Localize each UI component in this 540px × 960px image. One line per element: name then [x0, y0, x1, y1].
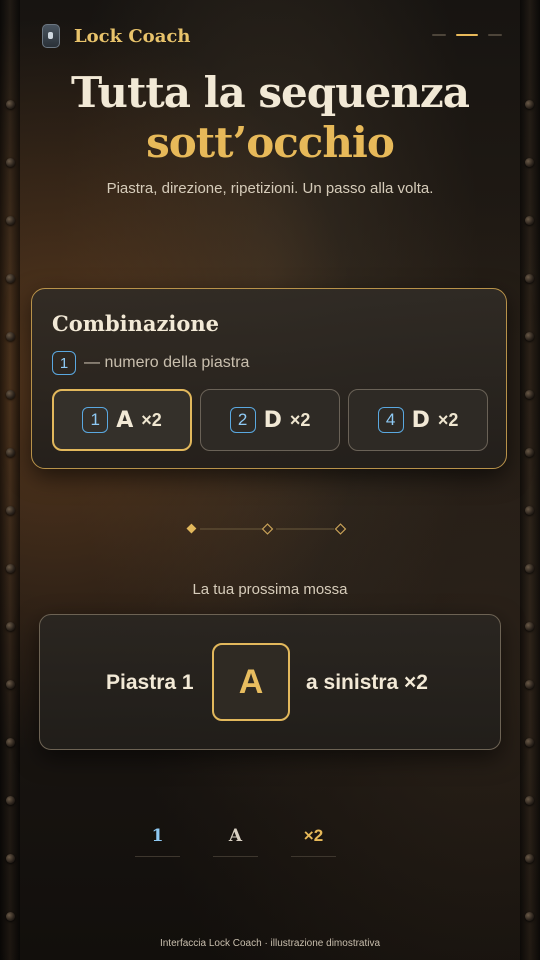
rivet	[525, 564, 534, 573]
next-move-direction: a sinistra ×2	[306, 671, 428, 694]
rivet	[6, 796, 15, 805]
progress-indicator	[432, 34, 502, 36]
lock-icon	[42, 24, 60, 48]
rivet	[525, 448, 534, 457]
plate-number-chip: 2	[229, 407, 256, 433]
rivet	[6, 854, 15, 863]
sequence-tokens: 1 A ×2	[135, 826, 336, 857]
rivet	[6, 274, 15, 283]
rivet	[6, 216, 15, 225]
repeat-count: ×2	[289, 409, 311, 430]
combination-card: Combinazione 1 — numero della piastra 1 …	[31, 288, 507, 469]
repeat-count: ×2	[437, 409, 459, 430]
token-repeat[interactable]: ×2	[291, 826, 336, 857]
rivet	[6, 448, 15, 457]
legend-number-chip: 1	[52, 351, 76, 375]
combination-step-1[interactable]: 1 A ×2	[52, 389, 192, 451]
rivet	[525, 854, 534, 863]
rivet	[6, 332, 15, 341]
rivet	[525, 332, 534, 341]
diamond-filled-icon	[186, 523, 197, 534]
rivet	[6, 506, 15, 515]
app-name: Lock Coach	[74, 25, 191, 47]
rivet	[525, 506, 534, 515]
rivet	[525, 274, 534, 283]
plate-number-chip: 4	[377, 407, 404, 433]
combination-step-2[interactable]: 2 D ×2	[200, 389, 340, 451]
combination-title: Combinazione	[52, 311, 220, 336]
rivet	[525, 796, 534, 805]
progress-step-current	[456, 34, 478, 36]
rivet	[6, 912, 15, 921]
footer-caption: Interfaccia Lock Coach · illustrazione d…	[159, 938, 381, 949]
progress-step	[432, 34, 446, 36]
progress-step	[488, 34, 502, 36]
direction-letter: D	[263, 407, 282, 433]
plate-number-chip: 1	[82, 407, 109, 433]
rivet	[6, 564, 15, 573]
token-plate[interactable]: 1	[135, 826, 180, 857]
rivet	[525, 912, 534, 921]
next-move-plate: Piastra 1	[106, 671, 194, 694]
rivet	[6, 680, 15, 689]
step-divider	[186, 523, 347, 535]
rivet	[6, 738, 15, 747]
combination-step-3[interactable]: 4 D ×2	[348, 389, 488, 451]
next-move-letter: A	[212, 643, 290, 721]
next-move-card: Piastra 1 A a sinistra ×2	[39, 614, 501, 750]
rivet	[6, 390, 15, 399]
diamond-outline-icon	[334, 523, 347, 535]
direction-letter: A	[116, 407, 134, 433]
rivet	[525, 216, 534, 225]
page-title: Tutta la sequenza sott’occhio	[0, 68, 540, 168]
legend-text: — numero della piastra	[84, 354, 250, 371]
combination-steps: 1 A ×2 2 D ×2 4 D ×2	[52, 389, 488, 451]
diamond-outline-icon	[261, 523, 274, 535]
rivet	[525, 390, 534, 399]
rivet	[525, 680, 534, 689]
token-direction[interactable]: A	[213, 826, 258, 857]
next-move-label: La tua prossima mossa	[192, 581, 348, 598]
rivet	[525, 622, 534, 631]
page-title-line2: sott’occhio	[146, 118, 395, 167]
app-brand: Lock Coach	[42, 24, 190, 48]
rivet	[6, 622, 15, 631]
page-title-line1: Tutta la sequenza	[71, 68, 470, 117]
page-subtitle: Piastra, direzione, ripetizioni. Un pass…	[106, 180, 434, 197]
direction-letter: D	[411, 407, 430, 433]
plate-legend: 1 — numero della piastra	[52, 351, 249, 375]
rivet	[525, 738, 534, 747]
repeat-count: ×2	[141, 409, 162, 430]
